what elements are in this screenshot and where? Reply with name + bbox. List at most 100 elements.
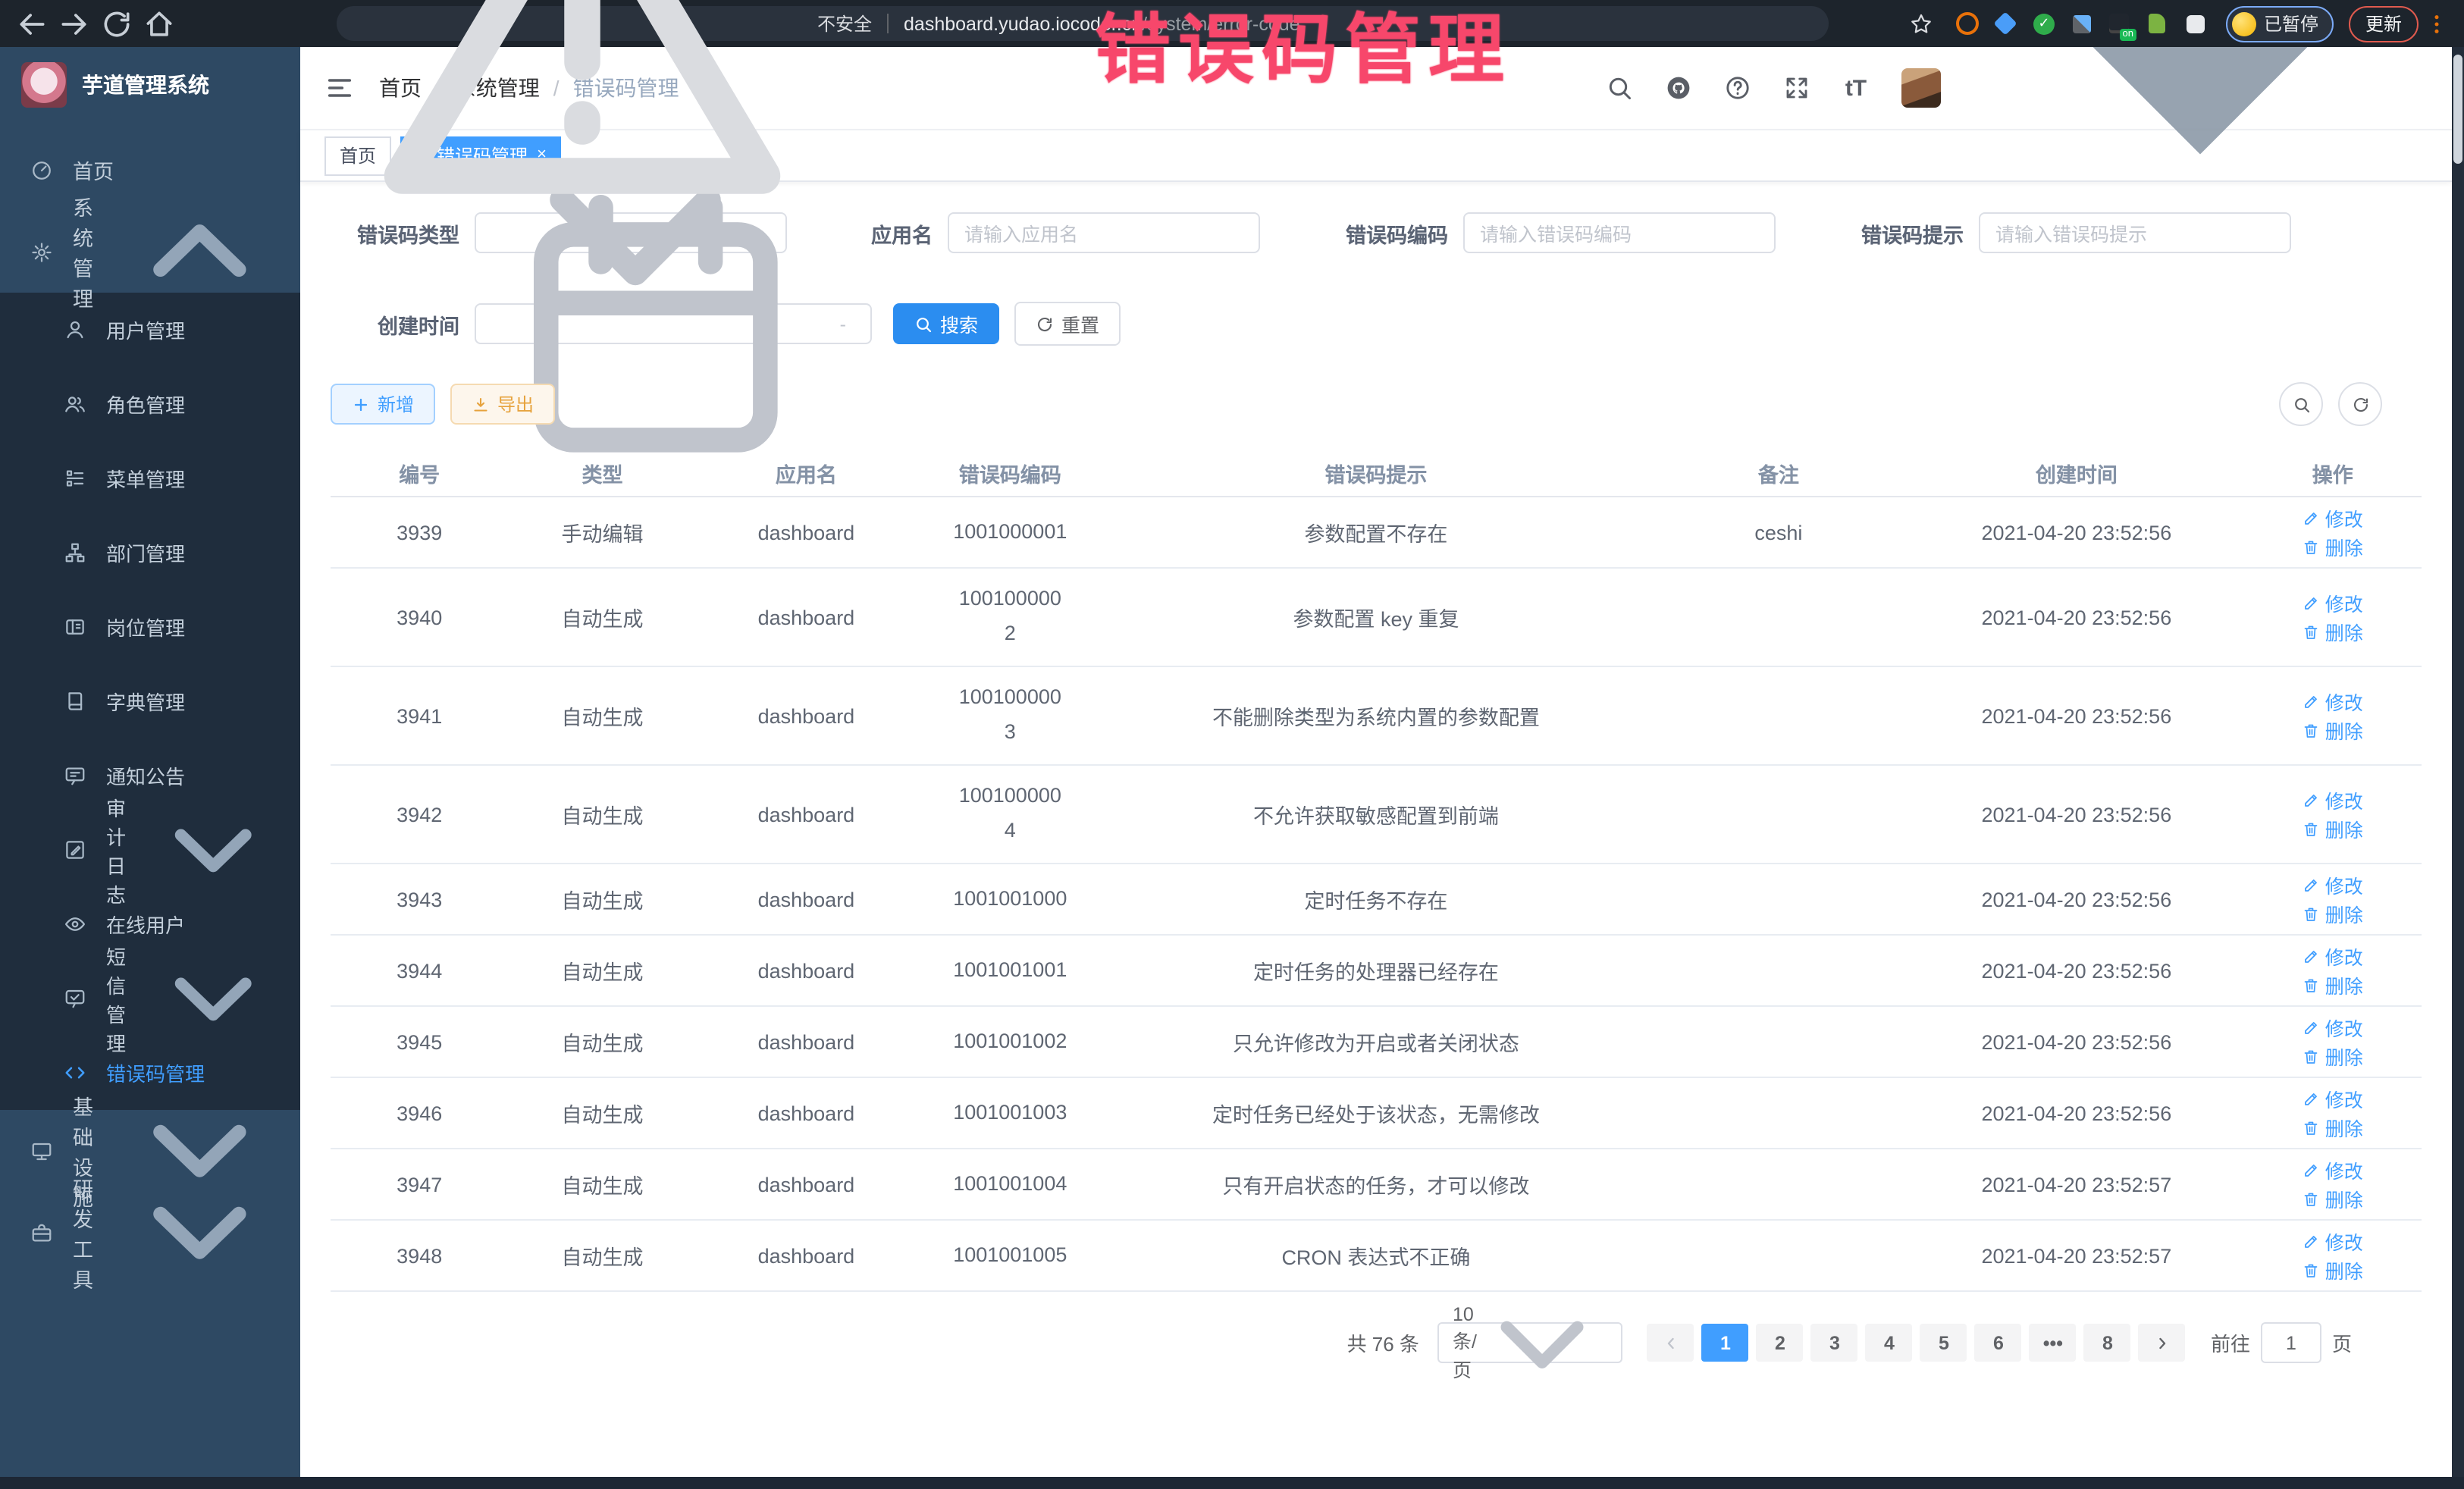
page-button-2[interactable]: 2	[1757, 1324, 1804, 1362]
add-button[interactable]: 新增	[331, 384, 435, 425]
prev-page-button[interactable]	[1647, 1324, 1694, 1362]
delete-link[interactable]: 删除	[2303, 617, 2363, 646]
edit-icon	[2303, 791, 2321, 809]
cell-id: 3942	[331, 765, 508, 864]
edit-icon	[2303, 509, 2321, 527]
cell-message: 只有开启状态的任务，才可以修改	[1104, 1149, 1647, 1220]
github-icon[interactable]	[1665, 74, 1692, 102]
extension-blue-grid[interactable]	[2070, 11, 2094, 36]
app-screen: 不安全 dashboard.yudao.iocoder.cn/system/er…	[0, 0, 2464, 1489]
bookmark-star-icon[interactable]	[1908, 10, 1935, 37]
browser-menu-kebab-icon[interactable]	[2425, 8, 2449, 39]
goto-page-input[interactable]: 1	[2261, 1322, 2321, 1363]
delete-link[interactable]: 删除	[2303, 716, 2363, 744]
sidebar-item-dev-tools[interactable]: 研发工具	[0, 1192, 300, 1274]
edit-link[interactable]: 修改	[2303, 785, 2363, 814]
edit-icon	[2303, 1161, 2321, 1179]
page-button-8[interactable]: 8	[2084, 1324, 2131, 1362]
cell-remark	[1648, 935, 1910, 1006]
delete-link[interactable]: 删除	[2303, 1255, 2363, 1284]
refresh-table-button[interactable]	[2338, 382, 2382, 426]
edit-link[interactable]: 修改	[2303, 1013, 2363, 1042]
delete-icon	[2303, 721, 2321, 739]
sidebar-item-post-management[interactable]: 岗位管理	[0, 590, 300, 664]
page-size-select[interactable]: 10条/页	[1437, 1322, 1622, 1363]
app-logo-row[interactable]: 芋道管理系统	[0, 47, 300, 123]
scrollbar-thumb[interactable]	[2453, 55, 2462, 164]
browser-reload-icon[interactable]	[100, 7, 133, 40]
users-icon	[64, 393, 86, 415]
gear-icon	[30, 240, 53, 263]
extension-blue-gem[interactable]	[1994, 11, 2018, 36]
browser-forward-icon[interactable]	[58, 7, 91, 40]
sidebar-item-dept-management[interactable]: 部门管理	[0, 516, 300, 590]
sidebar-item-audit-log[interactable]: 审计日志	[0, 813, 300, 887]
browser-profile-chip[interactable]: 已暂停	[2226, 5, 2334, 42]
create-time-label: 创建时间	[331, 309, 459, 339]
delete-link[interactable]: 删除	[2303, 970, 2363, 999]
sidebar-item-system-management[interactable]: 系统管理	[0, 211, 300, 293]
table-row: 3941自动生成dashboard100100000 3不能删除类型为系统内置的…	[331, 666, 2422, 765]
page-button-5[interactable]: 5	[1920, 1324, 1967, 1362]
org-tree-icon	[64, 541, 86, 564]
sidebar-item-dict-management[interactable]: 字典管理	[0, 664, 300, 738]
header-search-icon[interactable]	[1606, 74, 1633, 102]
toolbar-right	[2279, 382, 2382, 426]
menu-list-icon	[64, 467, 86, 490]
sidebar-item-menu-management[interactable]: 菜单管理	[0, 441, 300, 516]
browser-home-icon[interactable]	[143, 7, 176, 40]
app-name-input[interactable]: 请输入应用名	[948, 212, 1260, 253]
extension-green-circle[interactable]: ✓	[2032, 11, 2056, 36]
export-button[interactable]: 导出	[450, 384, 555, 425]
delete-link[interactable]: 删除	[2303, 814, 2363, 843]
sidebar-item-sms-management[interactable]: 短信管理	[0, 961, 300, 1036]
cell-id: 3946	[331, 1077, 508, 1149]
edit-link[interactable]: 修改	[2303, 687, 2363, 716]
address-bar[interactable]: 不安全 dashboard.yudao.iocoder.cn/system/er…	[337, 6, 1829, 41]
hamburger-icon[interactable]	[324, 73, 355, 103]
page-button-1[interactable]: 1	[1702, 1324, 1749, 1362]
delete-icon	[2303, 622, 2321, 641]
browser-update-button[interactable]: 更新	[2349, 5, 2419, 42]
reset-button[interactable]: 重置	[1014, 302, 1121, 346]
table-row: 3945自动生成dashboard1001001002只允许修改为开启或者关闭状…	[331, 1006, 2422, 1077]
delete-link[interactable]: 删除	[2303, 899, 2363, 928]
delete-link[interactable]: 删除	[2303, 1113, 2363, 1142]
edit-link[interactable]: 修改	[2303, 1155, 2363, 1184]
error-hint-input[interactable]: 请输入错误码提示	[1979, 212, 2291, 253]
cell-app: dashboard	[697, 568, 917, 666]
edit-link[interactable]: 修改	[2303, 1227, 2363, 1255]
browser-back-icon[interactable]	[15, 7, 49, 40]
font-size-icon[interactable]: tT	[1842, 74, 1870, 102]
error-code-input[interactable]: 请输入错误码编码	[1463, 212, 1776, 253]
delete-link[interactable]: 删除	[2303, 1184, 2363, 1213]
delete-link[interactable]: 删除	[2303, 1042, 2363, 1071]
next-page-button[interactable]	[2139, 1324, 2186, 1362]
user-icon	[64, 318, 86, 341]
delete-link[interactable]: 删除	[2303, 532, 2363, 561]
toggle-search-button[interactable]	[2279, 382, 2323, 426]
page-button-6[interactable]: 6	[1975, 1324, 2022, 1362]
extension-green-key[interactable]	[2146, 11, 2170, 36]
edit-link[interactable]: 修改	[2303, 588, 2363, 617]
cell-time: 2021-04-20 23:52:56	[1909, 1077, 2243, 1149]
user-avatar[interactable]	[1901, 68, 1941, 108]
extension-list-on-badge[interactable]: on	[2108, 11, 2132, 36]
edit-link[interactable]: 修改	[2303, 503, 2363, 532]
not-secure-badge[interactable]: 不安全	[355, 0, 872, 251]
edit-link[interactable]: 修改	[2303, 870, 2363, 899]
edit-link[interactable]: 修改	[2303, 1084, 2363, 1113]
page-button-4[interactable]: 4	[1866, 1324, 1913, 1362]
more-pages-button[interactable]: •••	[2030, 1324, 2077, 1362]
date-range-picker[interactable]: 开始日期 - 结束日期	[475, 303, 872, 344]
help-icon[interactable]	[1724, 74, 1751, 102]
search-button[interactable]: 搜索	[893, 303, 999, 344]
sidebar-item-role-management[interactable]: 角色管理	[0, 367, 300, 441]
extension-orange-ring[interactable]	[1956, 11, 1980, 36]
edit-link[interactable]: 修改	[2303, 942, 2363, 970]
fullscreen-icon[interactable]	[1783, 74, 1810, 102]
extension-puzzle[interactable]	[2183, 11, 2208, 36]
dictionary-icon	[64, 690, 86, 713]
sidebar-item-label: 研发工具	[73, 1172, 101, 1293]
page-button-3[interactable]: 3	[1811, 1324, 1858, 1362]
